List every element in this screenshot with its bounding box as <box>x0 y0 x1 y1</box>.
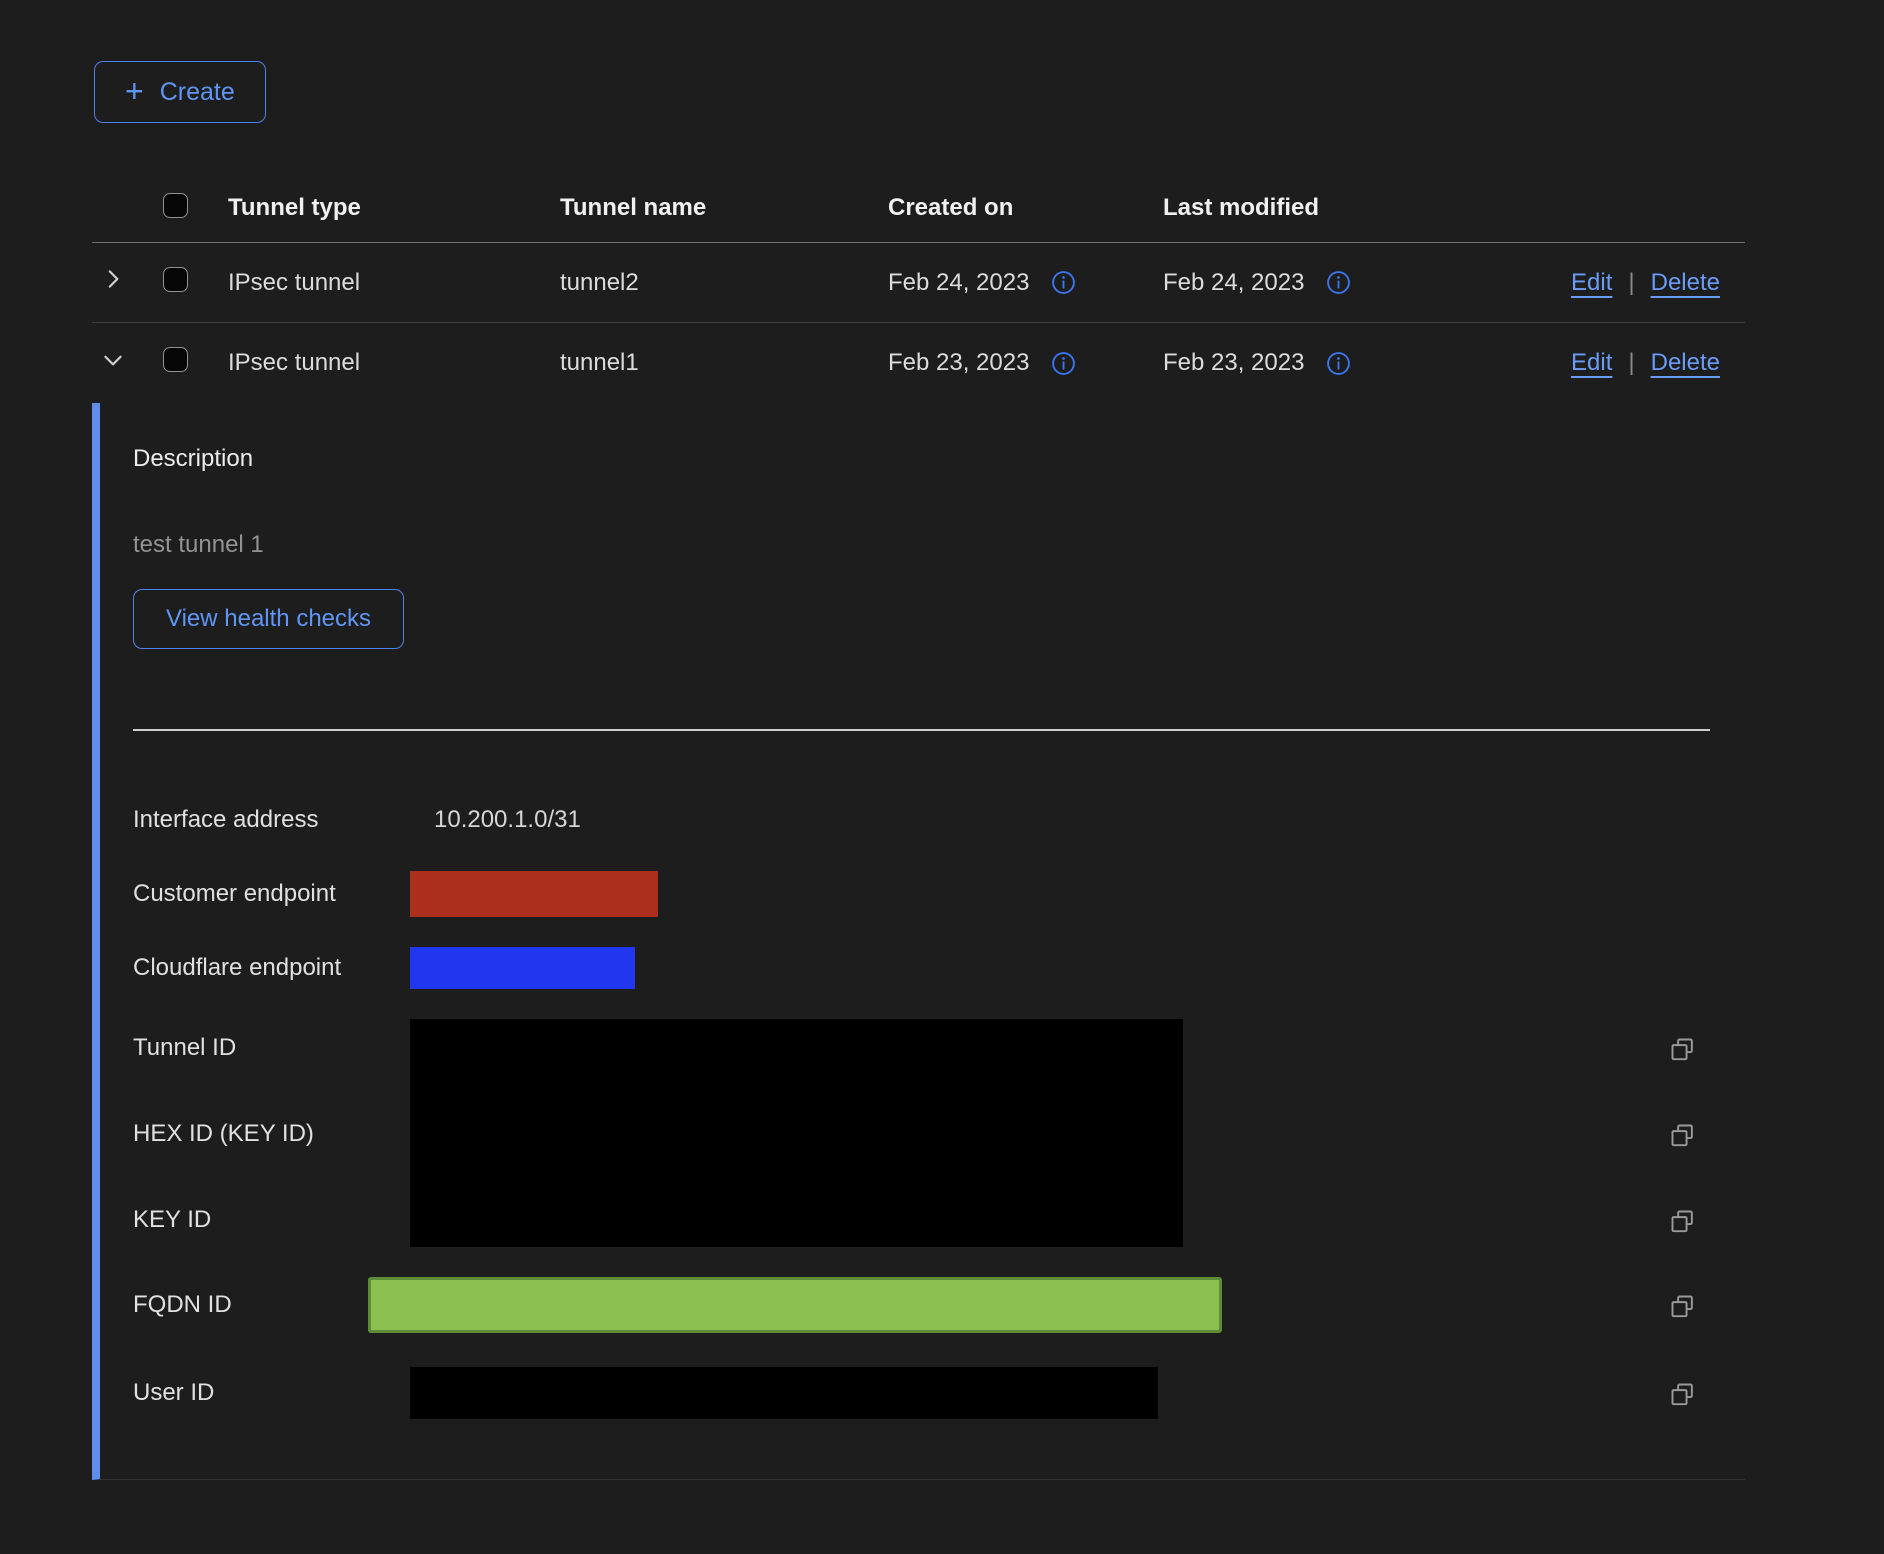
created-on-value: Feb 24, 2023 <box>888 269 1029 297</box>
last-modified-value: Feb 23, 2023 <box>1163 349 1304 377</box>
interface-address-value: 10.200.1.0/31 <box>410 806 1668 834</box>
redacted-fqdn-id <box>368 1277 1222 1333</box>
column-header-tunnel-type: Tunnel type <box>228 194 560 222</box>
copy-icon <box>1668 1292 1695 1319</box>
user-id-row: User ID <box>133 1347 1745 1439</box>
redacted-customer-endpoint <box>410 871 658 917</box>
description-heading: Description <box>133 445 1745 473</box>
copy-icon <box>1668 1035 1695 1062</box>
info-icon[interactable] <box>1326 351 1351 376</box>
last-modified-value: Feb 24, 2023 <box>1163 269 1304 297</box>
section-divider <box>133 729 1710 731</box>
copy-hex-id-button[interactable] <box>1668 1121 1745 1148</box>
interface-address-label: Interface address <box>133 806 410 834</box>
edit-link[interactable]: Edit <box>1571 349 1612 376</box>
table-row: IPsec tunnel tunnel2 Feb 24, 2023 Feb 24… <box>92 243 1745 323</box>
column-header-last-modified: Last modified <box>1163 194 1463 222</box>
tunnel-id-label: Tunnel ID <box>133 1034 410 1062</box>
expand-row-button[interactable] <box>100 266 126 292</box>
copy-user-id-button[interactable] <box>1668 1380 1745 1407</box>
column-header-created-on: Created on <box>888 194 1163 222</box>
action-separator: | <box>1628 349 1634 376</box>
tunnels-page: + Create Tunnel type Tunnel name Created… <box>0 0 1884 1480</box>
table-header: Tunnel type Tunnel name Created on Last … <box>92 173 1745 243</box>
view-health-checks-label: View health checks <box>166 605 371 633</box>
copy-icon <box>1668 1207 1695 1234</box>
redacted-user-id <box>410 1367 1158 1419</box>
expanded-row-panel: Description test tunnel 1 View health ch… <box>92 403 1745 1480</box>
redacted-cloudflare-endpoint <box>410 947 635 989</box>
delete-link[interactable]: Delete <box>1651 349 1720 376</box>
cloudflare-endpoint-label: Cloudflare endpoint <box>133 954 410 982</box>
info-icon[interactable] <box>1326 270 1351 295</box>
column-header-tunnel-name: Tunnel name <box>560 194 888 222</box>
action-separator: | <box>1628 269 1634 296</box>
tunnel-type-cell: IPsec tunnel <box>228 349 560 377</box>
hex-id-label: HEX ID (KEY ID) <box>133 1120 410 1148</box>
tunnel-name-cell: tunnel1 <box>560 349 888 377</box>
collapse-row-button[interactable] <box>100 347 126 373</box>
copy-icon <box>1668 1121 1695 1148</box>
chevron-down-icon <box>100 347 126 373</box>
chevron-right-icon <box>100 266 126 292</box>
tunnels-table: Tunnel type Tunnel name Created on Last … <box>92 173 1745 1480</box>
tunnel-type-cell: IPsec tunnel <box>228 269 560 297</box>
fqdn-id-row: FQDN ID <box>133 1263 1745 1347</box>
redacted-tunnel-ids <box>410 1019 1183 1247</box>
copy-key-id-button[interactable] <box>1668 1207 1745 1234</box>
tunnel-ids-rows: Tunnel ID HEX ID (KEY ID) KEY ID <box>133 1005 1745 1263</box>
customer-endpoint-row: Customer endpoint <box>133 857 1745 931</box>
interface-address-row: Interface address 10.200.1.0/31 <box>133 783 1745 857</box>
info-icon[interactable] <box>1051 270 1076 295</box>
delete-link[interactable]: Delete <box>1651 269 1720 296</box>
info-icon[interactable] <box>1051 351 1076 376</box>
copy-tunnel-id-button[interactable] <box>1668 1035 1745 1062</box>
table-row: IPsec tunnel tunnel1 Feb 23, 2023 Feb 23… <box>92 323 1745 403</box>
tunnel-detail-fields: Interface address 10.200.1.0/31 Customer… <box>133 783 1745 1439</box>
row-checkbox[interactable] <box>163 347 188 372</box>
copy-fqdn-id-button[interactable] <box>1668 1292 1745 1319</box>
key-id-label: KEY ID <box>133 1206 410 1234</box>
cloudflare-endpoint-row: Cloudflare endpoint <box>133 931 1745 1005</box>
tunnel-name-cell: tunnel2 <box>560 269 888 297</box>
select-all-checkbox[interactable] <box>163 193 188 218</box>
created-on-value: Feb 23, 2023 <box>888 349 1029 377</box>
user-id-label: User ID <box>133 1379 410 1407</box>
plus-icon: + <box>125 75 144 107</box>
description-text: test tunnel 1 <box>133 531 1745 559</box>
view-health-checks-button[interactable]: View health checks <box>133 589 404 649</box>
customer-endpoint-label: Customer endpoint <box>133 880 410 908</box>
edit-link[interactable]: Edit <box>1571 269 1612 296</box>
create-button[interactable]: + Create <box>94 61 266 123</box>
copy-icon <box>1668 1380 1695 1407</box>
row-checkbox[interactable] <box>163 267 188 292</box>
create-button-label: Create <box>160 78 235 107</box>
